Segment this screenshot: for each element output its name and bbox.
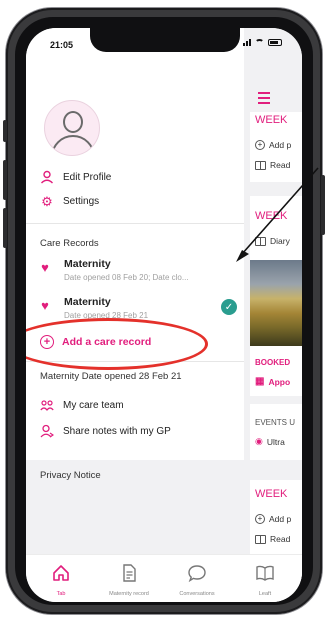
book-icon — [255, 160, 266, 170]
my-care-team-link[interactable]: My care team — [40, 398, 124, 412]
booked-card[interactable]: BOOKED ▦ Appo — [250, 346, 302, 396]
gear-icon: ⚙ — [41, 193, 53, 209]
home-icon — [51, 563, 71, 588]
edit-profile-label: Edit Profile — [63, 171, 112, 183]
events-card[interactable]: EVENTS U ◉ Ultra — [250, 404, 302, 460]
week-photo — [250, 260, 302, 346]
power-button — [321, 175, 325, 235]
volume-up-button — [3, 160, 7, 200]
tab-leaflets[interactable]: Leaft — [232, 563, 298, 597]
tab-label: Conversations — [179, 591, 215, 597]
settings-label: Settings — [63, 195, 100, 207]
volume-down-button — [3, 208, 7, 248]
tab-maternity-record[interactable]: Maternity record — [96, 563, 162, 597]
tab-label: Maternity record — [109, 591, 149, 597]
week-heading: WEEK — [255, 114, 288, 126]
tab-home[interactable]: Tab — [28, 563, 94, 597]
group-icon — [40, 398, 54, 412]
record-meta: Date opened 08 Feb 20; Date clo... — [64, 273, 189, 282]
avatar[interactable] — [44, 100, 100, 156]
read-item[interactable]: Read — [255, 160, 290, 170]
week-heading: WEEK — [255, 488, 288, 500]
main-content: WEEK + Add p Read WEEK Diary BOOKED ▦ Appo… — [244, 28, 302, 602]
record-name: Maternity — [64, 296, 111, 308]
plus-circle-icon: + — [255, 140, 265, 150]
mute-switch — [3, 120, 7, 142]
care-record-item[interactable]: ♥ Maternity Date opened 08 Feb 20; Date … — [38, 258, 244, 288]
divider — [26, 223, 244, 224]
side-drawer: Edit Profile ⚙ Settings Care Records ♥ M… — [26, 28, 244, 460]
read-item[interactable]: Read — [255, 534, 290, 544]
diary-item[interactable]: Diary — [255, 236, 290, 246]
phone-screen: 21:05 WEEK + Add p Read WEEK Diary BOOKED… — [26, 28, 302, 602]
ultrasound-item[interactable]: ◉ Ultra — [255, 436, 285, 447]
edit-profile-link[interactable]: Edit Profile — [40, 170, 111, 184]
calendar-icon: ▦ — [255, 376, 265, 387]
book-icon — [255, 563, 275, 588]
share-person-icon — [40, 424, 54, 438]
week-card-diary[interactable]: WEEK Diary — [250, 196, 302, 262]
week-card[interactable]: WEEK + Add p Read — [250, 112, 302, 182]
hamburger-menu-icon[interactable] — [258, 92, 270, 107]
events-heading: EVENTS U — [255, 418, 296, 427]
check-icon: ✓ — [221, 299, 237, 315]
week-card-3[interactable]: WEEK + Add p Read — [250, 480, 302, 554]
share-notes-label: Share notes with my GP — [63, 425, 171, 437]
tab-label: Leaft — [258, 591, 272, 597]
add-item[interactable]: + Add p — [255, 514, 291, 524]
status-icons — [243, 39, 282, 46]
week-heading: WEEK — [255, 210, 288, 222]
privacy-notice-link[interactable]: Privacy Notice — [40, 470, 101, 481]
annotation-circle — [26, 318, 208, 370]
wifi-icon — [255, 39, 264, 46]
plus-circle-icon: + — [255, 514, 265, 524]
status-time: 21:05 — [50, 40, 74, 50]
signal-icon — [243, 39, 251, 46]
share-notes-link[interactable]: Share notes with my GP — [40, 424, 171, 438]
battery-icon — [268, 39, 282, 46]
tab-bar: Tab Maternity record Conversations Leaft — [26, 554, 302, 602]
person-icon — [40, 170, 54, 184]
settings-link[interactable]: ⚙ Settings — [40, 194, 99, 208]
my-care-team-label: My care team — [63, 399, 124, 411]
add-item[interactable]: + Add p — [255, 140, 291, 150]
record-name: Maternity — [64, 258, 111, 270]
notch — [90, 28, 240, 52]
diary-icon — [255, 236, 266, 246]
book-icon — [255, 534, 266, 544]
tab-conversations[interactable]: Conversations — [164, 563, 230, 597]
booked-heading: BOOKED — [255, 358, 291, 367]
heart-icon: ♥ — [41, 259, 49, 275]
chat-bubble-icon — [187, 563, 207, 588]
ultrasound-icon: ◉ — [255, 436, 263, 446]
care-records-title: Care Records — [40, 238, 99, 249]
heart-icon: ♥ — [41, 297, 49, 313]
appointment-item[interactable]: ▦ Appo — [255, 376, 290, 387]
current-record-title: Maternity Date opened 28 Feb 21 — [40, 371, 182, 382]
document-icon — [119, 563, 139, 588]
tab-label: Tab — [56, 591, 66, 597]
